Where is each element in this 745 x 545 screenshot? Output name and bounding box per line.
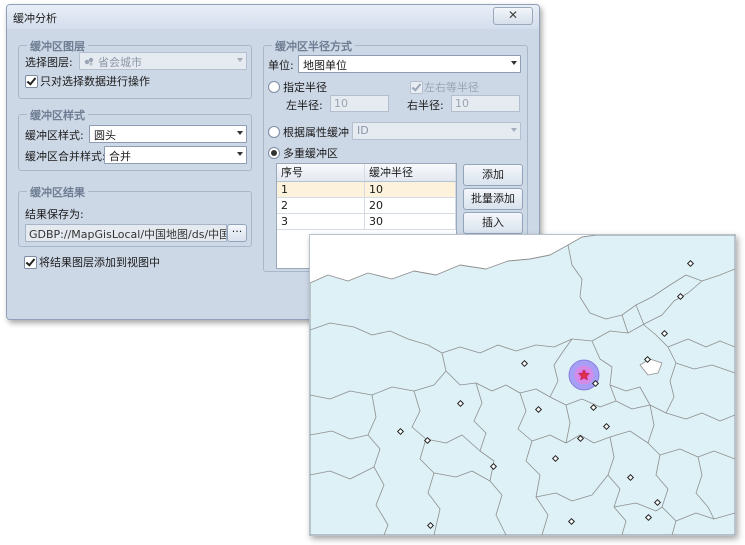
result-group: 缓冲区结果 结果保存为: GDBP://MapGisLocal/中国地图/ds/… [18,184,252,247]
right-radius-value: 10 [455,97,469,110]
merge-style-label: 缓冲区合并样式: [25,150,106,163]
unit-label: 单位: [268,59,294,72]
batch-add-button[interactable]: 批量添加 [463,188,523,210]
table-header: 序号 缓冲半径 [277,164,456,182]
buffer-style-select[interactable]: 圆头 [89,125,247,143]
dialog-title: 缓冲分析 [13,12,57,25]
left-radius-input[interactable]: 10 [330,95,389,112]
table-cell[interactable]: 1 [277,182,365,198]
specify-radius-radio[interactable] [268,81,280,93]
layer-dots-icon [84,56,94,66]
column-header-radius[interactable]: 缓冲半径 [365,164,456,181]
layer-group: 缓冲区图层 选择图层: 省会城市 只对选择数据进行操作 [18,38,252,99]
map-view[interactable] [309,234,736,536]
table-cell[interactable]: 10 [365,182,456,198]
china-map[interactable] [310,235,735,535]
only-selected-checkbox[interactable] [25,75,38,88]
attribute-value: ID [357,124,369,137]
only-selected-label: 只对选择数据进行操作 [40,75,150,88]
right-radius-label: 右半径: [407,99,444,112]
save-as-label: 结果保存为: [25,208,84,221]
batch-add-button-label: 批量添加 [471,192,515,205]
merge-style-value: 合并 [109,150,131,163]
column-header-index[interactable]: 序号 [277,164,365,181]
style-group: 缓冲区样式 缓冲区样式: 圆头 缓冲区合并样式: 合并 [18,107,252,171]
save-path-value: GDBP://MapGisLocal/中国地图/ds/中国地图/sf [29,228,226,241]
chevron-down-icon [511,61,517,65]
chevron-down-icon [237,131,243,135]
insert-button-label: 插入 [482,216,504,229]
style-group-legend: 缓冲区样式 [27,107,88,123]
add-to-view-checkbox[interactable] [24,256,37,269]
radius-group-legend: 缓冲区半径方式 [272,38,355,54]
by-attribute-label: 根据属性缓冲 [283,126,349,139]
select-layer-label: 选择图层: [25,56,73,69]
result-group-legend: 缓冲区结果 [27,184,88,200]
chevron-down-icon [237,152,243,156]
buffer-style-value: 圆头 [94,129,116,142]
chevron-down-icon [237,58,243,62]
close-button[interactable]: ✕ [493,7,533,25]
specify-radius-label: 指定半径 [283,81,327,94]
table-cell[interactable]: 20 [365,198,456,214]
chevron-down-icon [511,128,517,132]
right-radius-input[interactable]: 10 [451,95,520,112]
multi-buffer-radio[interactable] [268,147,280,159]
merge-style-select[interactable]: 合并 [104,146,247,164]
browse-button-label: ··· [231,225,243,238]
browse-button[interactable]: ··· [227,224,247,242]
attribute-select[interactable]: ID [352,122,521,140]
title-bar[interactable]: 缓冲分析 ✕ [7,5,539,30]
close-icon: ✕ [507,8,519,22]
insert-button[interactable]: 插入 [463,212,523,234]
layer-select-value: 省会城市 [98,56,142,69]
multi-buffer-label: 多重缓冲区 [283,147,338,160]
table-cell[interactable]: 30 [365,214,456,230]
table-cell[interactable]: 3 [277,214,365,230]
save-path-field[interactable]: GDBP://MapGisLocal/中国地图/ds/中国地图/sf [25,224,227,242]
unit-value: 地图单位 [303,59,347,72]
equal-radius-checkbox[interactable] [410,81,423,94]
unit-select[interactable]: 地图单位 [298,55,521,73]
layer-select[interactable]: 省会城市 [79,52,247,70]
table-cell[interactable]: 2 [277,198,365,214]
left-radius-value: 10 [334,97,348,110]
left-radius-label: 左半径: [286,99,323,112]
add-to-view-label: 将结果图层添加到视图中 [39,256,160,269]
add-button[interactable]: 添加 [463,164,523,186]
add-button-label: 添加 [482,168,504,181]
by-attribute-radio[interactable] [268,126,280,138]
equal-radius-label: 左右等半径 [424,81,479,94]
buffer-style-label: 缓冲区样式: [25,129,84,142]
